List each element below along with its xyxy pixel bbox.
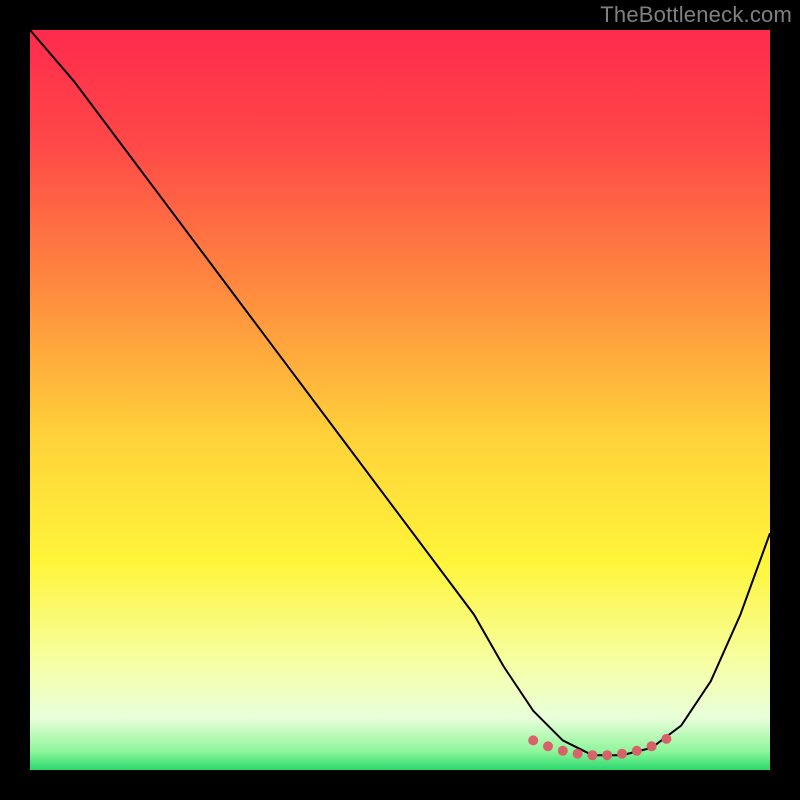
optimal-marker-dot [617, 749, 627, 759]
optimal-marker-dot [573, 749, 583, 759]
gradient-background [30, 30, 770, 770]
optimal-marker-dot [602, 750, 612, 760]
optimal-marker-dot [587, 750, 597, 760]
chart-area [30, 30, 770, 770]
optimal-marker-dot [632, 746, 642, 756]
optimal-marker-dot [647, 741, 657, 751]
bottleneck-chart-svg [30, 30, 770, 770]
optimal-marker-dot [558, 746, 568, 756]
optimal-marker-dot [661, 734, 671, 744]
optimal-marker-dot [543, 741, 553, 751]
watermark-text: TheBottleneck.com [600, 2, 792, 28]
optimal-marker-dot [528, 735, 538, 745]
